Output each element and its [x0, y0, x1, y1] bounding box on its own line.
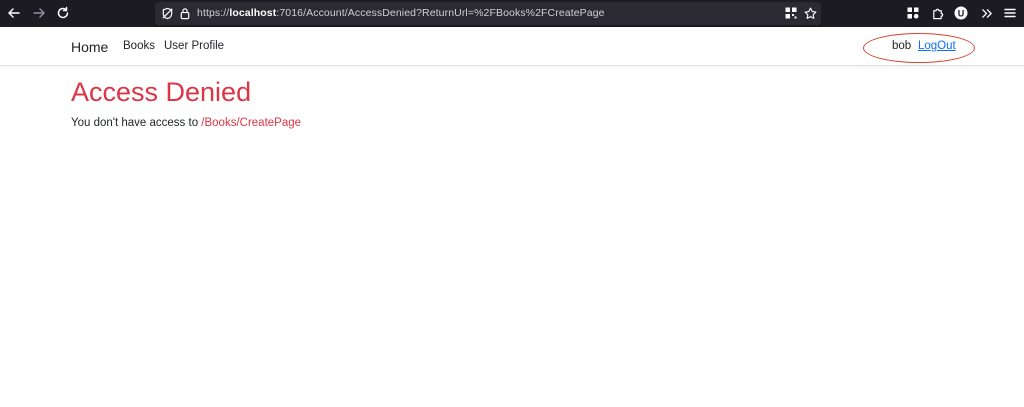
star-icon[interactable] [802, 5, 818, 21]
qr-code-icon[interactable] [783, 5, 799, 21]
extensions-icon[interactable] [905, 5, 921, 21]
shield-icon[interactable] [159, 5, 175, 21]
reload-icon[interactable] [55, 5, 71, 21]
puzzle-icon[interactable] [929, 5, 945, 21]
nav-link-user-profile[interactable]: User Profile [164, 40, 224, 52]
lock-icon[interactable] [177, 5, 193, 21]
url-bar[interactable]: https://localhost:7016/Account/AccessDen… [155, 2, 821, 25]
forward-icon[interactable] [31, 5, 47, 21]
nav-brand-home[interactable]: Home [71, 39, 108, 55]
url-prefix: https:// [197, 7, 230, 19]
annotation-oval [863, 33, 975, 63]
nav-link-books[interactable]: Books [123, 40, 155, 52]
access-message: You don't have access to /Books/CreatePa… [71, 117, 301, 129]
chevrons-right-icon[interactable] [978, 5, 994, 21]
access-message-text: You don't have access to [71, 117, 199, 129]
url-path: :7016/Account/AccessDenied?ReturnUrl=%2F… [276, 7, 605, 19]
url-host: localhost [229, 7, 277, 19]
browser-toolbar: https://localhost:7016/Account/AccessDen… [0, 0, 1024, 27]
requested-path-link[interactable]: /Books/CreatePage [201, 117, 301, 129]
profile-icon[interactable]: U [953, 5, 969, 21]
hamburger-menu-icon[interactable] [1002, 5, 1018, 21]
url-text[interactable]: https://localhost:7016/Account/AccessDen… [197, 7, 605, 19]
profile-letter: U [958, 8, 965, 18]
page-title: Access Denied [71, 77, 252, 107]
back-icon[interactable] [6, 5, 22, 21]
